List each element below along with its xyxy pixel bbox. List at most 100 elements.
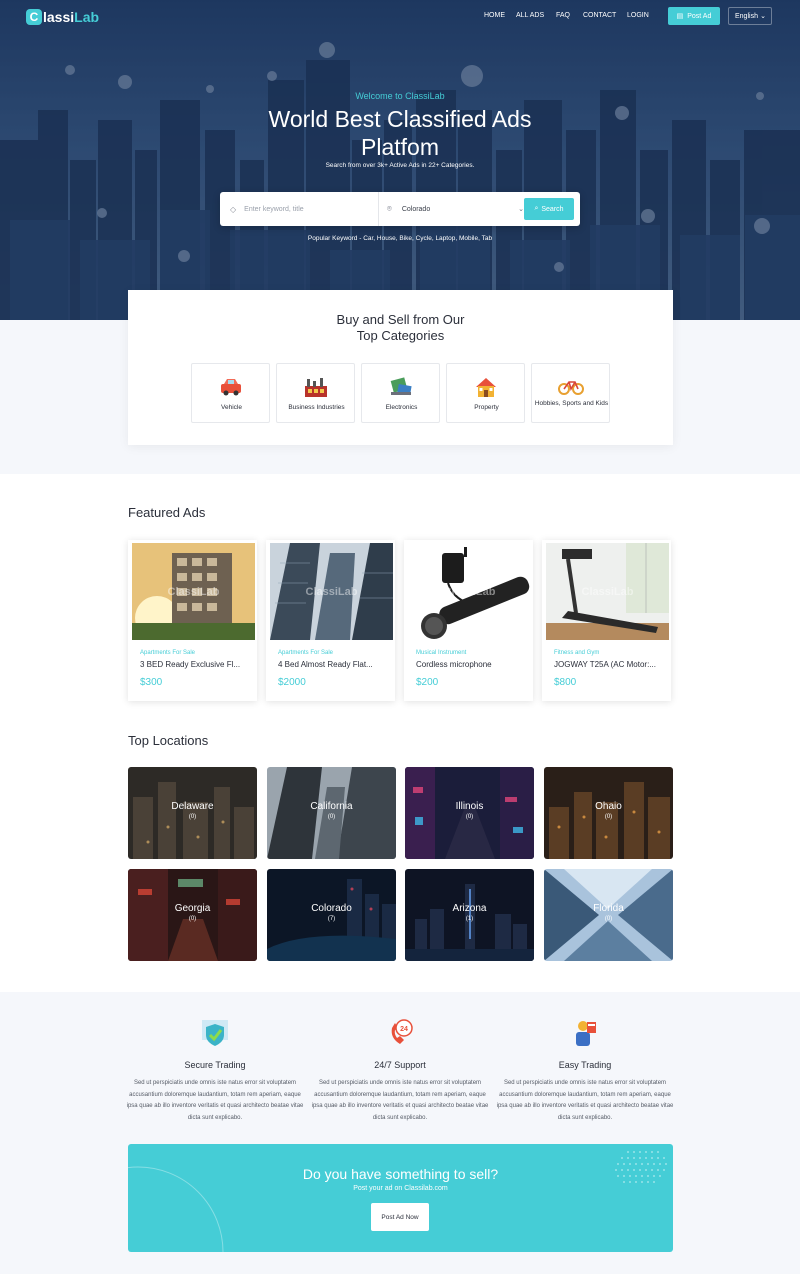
logo-text: lassiLab bbox=[43, 9, 99, 25]
category-label: Property bbox=[474, 404, 499, 411]
watermark: ClassiLab bbox=[443, 586, 496, 598]
location-tile[interactable]: Colorado (7) bbox=[267, 869, 396, 961]
watermark: ClassiLab bbox=[581, 586, 634, 598]
nav-all-ads[interactable]: ALL ADS bbox=[516, 12, 544, 19]
location-image bbox=[544, 869, 673, 961]
hero-title: World Best Classified Ads Platfom bbox=[268, 106, 532, 160]
bicycle-icon bbox=[558, 381, 584, 395]
feature-title: 24/7 Support bbox=[374, 1060, 426, 1070]
category-label: Hobbies, Sports and Kids bbox=[534, 400, 609, 407]
post-ad-button[interactable]: ▤ Post Ad bbox=[668, 7, 720, 25]
logo[interactable]: C lassiLab bbox=[26, 8, 99, 26]
watermark: ClassiLab bbox=[167, 586, 220, 598]
top-locations-title: Top Locations bbox=[128, 733, 209, 748]
category-business-industries[interactable]: Business Industries bbox=[276, 363, 355, 423]
ad-title[interactable]: 3 BED Ready Exclusive Fl... bbox=[140, 660, 250, 669]
location-select[interactable]: ⌾ Colorado ⌄ bbox=[378, 192, 524, 226]
location-name: Florida bbox=[593, 903, 624, 914]
keyword-input[interactable]: ◇ Enter keyword, title bbox=[230, 192, 370, 226]
ad-category[interactable]: Fitness and Gym bbox=[554, 650, 599, 656]
watermark: ClassiLab bbox=[305, 586, 358, 598]
ad-image: ClassiLab bbox=[546, 543, 669, 640]
location-name: Arizona bbox=[452, 903, 487, 914]
ad-card[interactable]: ClassiLab Apartments For Sale 4 Bed Almo… bbox=[266, 540, 395, 701]
feature-title: Secure Trading bbox=[184, 1060, 246, 1070]
location-image bbox=[405, 767, 534, 859]
ad-image: ClassiLab bbox=[270, 543, 393, 640]
ad-card[interactable]: ClassiLab Apartments For Sale 3 BED Read… bbox=[128, 540, 257, 701]
house-icon bbox=[476, 378, 496, 397]
keyword-placeholder: Enter keyword, title bbox=[244, 205, 304, 213]
categories-card: Buy and Sell from Our Top Categories Veh… bbox=[128, 290, 673, 445]
location-name: Colorado bbox=[311, 903, 352, 914]
ad-title[interactable]: Cordless microphone bbox=[416, 660, 526, 669]
ad-card[interactable]: ClassiLab Fitness and Gym JOGWAY T25A (A… bbox=[542, 540, 671, 701]
location-image bbox=[267, 869, 396, 961]
ad-category[interactable]: Musical Instrument bbox=[416, 650, 466, 656]
location-tile[interactable]: Delaware (0) bbox=[128, 767, 257, 859]
location-count: (1) bbox=[465, 916, 474, 922]
location-count: (0) bbox=[188, 916, 197, 922]
featured-ads-title: Featured Ads bbox=[128, 505, 206, 520]
location-count: (0) bbox=[327, 814, 336, 820]
cta-decoration bbox=[128, 1151, 667, 1252]
electronics-icon bbox=[390, 377, 412, 396]
categories-title-line2: Top Categories bbox=[356, 328, 445, 343]
category-label: Business Industries bbox=[288, 404, 345, 411]
location-name: Delaware bbox=[171, 801, 214, 812]
location-image bbox=[405, 869, 534, 961]
cta-title: Do you have something to sell? bbox=[302, 1166, 499, 1182]
ad-category[interactable]: Apartments For Sale bbox=[140, 650, 195, 656]
post-ad-now-button[interactable]: Post Ad Now bbox=[371, 1203, 429, 1231]
ad-category[interactable]: Apartments For Sale bbox=[278, 650, 333, 656]
location-tile[interactable]: Ohaio (0) bbox=[544, 767, 673, 859]
nav-contact[interactable]: CONTACT bbox=[583, 12, 616, 19]
ad-price: $2000 bbox=[278, 677, 306, 688]
nav-home[interactable]: HOME bbox=[484, 12, 505, 19]
location-tile[interactable]: Arizona (1) bbox=[405, 869, 534, 961]
factory-icon bbox=[305, 378, 327, 397]
location-tile[interactable]: Georgia (0) bbox=[128, 869, 257, 961]
nav-faq[interactable]: FAQ bbox=[556, 12, 570, 19]
category-vehicle[interactable]: Vehicle bbox=[191, 363, 270, 423]
ad-title[interactable]: JOGWAY T25A (AC Motor:... bbox=[554, 660, 664, 669]
cta-subtitle: Post your ad on Classilab.com bbox=[353, 1185, 448, 1192]
feature-text: Sed ut perspiciatis unde omnis iste natu… bbox=[311, 1080, 489, 1121]
location-image bbox=[128, 869, 257, 961]
top-navbar: C lassiLab HOME ALL ADS FAQ CONTACT LOGI… bbox=[0, 0, 800, 32]
location-image bbox=[544, 767, 673, 859]
category-property[interactable]: Property bbox=[446, 363, 525, 423]
featured-section-background bbox=[0, 474, 800, 992]
search-button[interactable]: ⌕ Search bbox=[524, 198, 574, 220]
category-hobbies[interactable]: Hobbies, Sports and Kids bbox=[531, 363, 610, 423]
location-count: (0) bbox=[604, 814, 613, 820]
tag-icon: ◇ bbox=[230, 204, 237, 214]
category-label: Vehicle bbox=[221, 404, 242, 411]
hero-welcome: Welcome to ClassiLab bbox=[355, 91, 445, 101]
hero-description: Search from over 3k+ Active Ads in 22+ C… bbox=[325, 162, 475, 169]
language-value: English bbox=[735, 12, 758, 20]
location-value: Colorado bbox=[401, 205, 431, 213]
hero-section: C lassiLab HOME ALL ADS FAQ CONTACT LOGI… bbox=[0, 0, 800, 320]
location-image bbox=[128, 767, 257, 859]
ad-image: ClassiLab bbox=[132, 543, 255, 640]
category-electronics[interactable]: Electronics bbox=[361, 363, 440, 423]
location-count: (0) bbox=[465, 814, 474, 820]
location-name: Georgia bbox=[174, 903, 211, 914]
location-tile[interactable]: California (0) bbox=[267, 767, 396, 859]
location-count: (7) bbox=[327, 916, 336, 922]
location-tile[interactable]: Florida (0) bbox=[544, 869, 673, 961]
ad-card[interactable]: ClassiLab Musical Instrument Cordless mi… bbox=[404, 540, 533, 701]
feature-text: Sed ut perspiciatis unde omnis iste natu… bbox=[126, 1080, 304, 1121]
location-count: (0) bbox=[188, 814, 197, 820]
nav-login[interactable]: LOGIN bbox=[627, 12, 649, 19]
sell-cta-banner: Do you have something to sell? Post your… bbox=[128, 1144, 673, 1252]
language-select[interactable]: English ⌄ bbox=[728, 7, 772, 25]
svg-text:24: 24 bbox=[400, 1026, 408, 1033]
ad-title[interactable]: 4 Bed Almost Ready Flat... bbox=[278, 660, 388, 669]
location-name: California bbox=[310, 801, 353, 812]
feature-text: Sed ut perspiciatis unde omnis iste natu… bbox=[496, 1080, 674, 1121]
ad-image: ClassiLab bbox=[408, 543, 531, 640]
document-icon: ▤ bbox=[676, 13, 684, 20]
location-tile[interactable]: Illinois (0) bbox=[405, 767, 534, 859]
